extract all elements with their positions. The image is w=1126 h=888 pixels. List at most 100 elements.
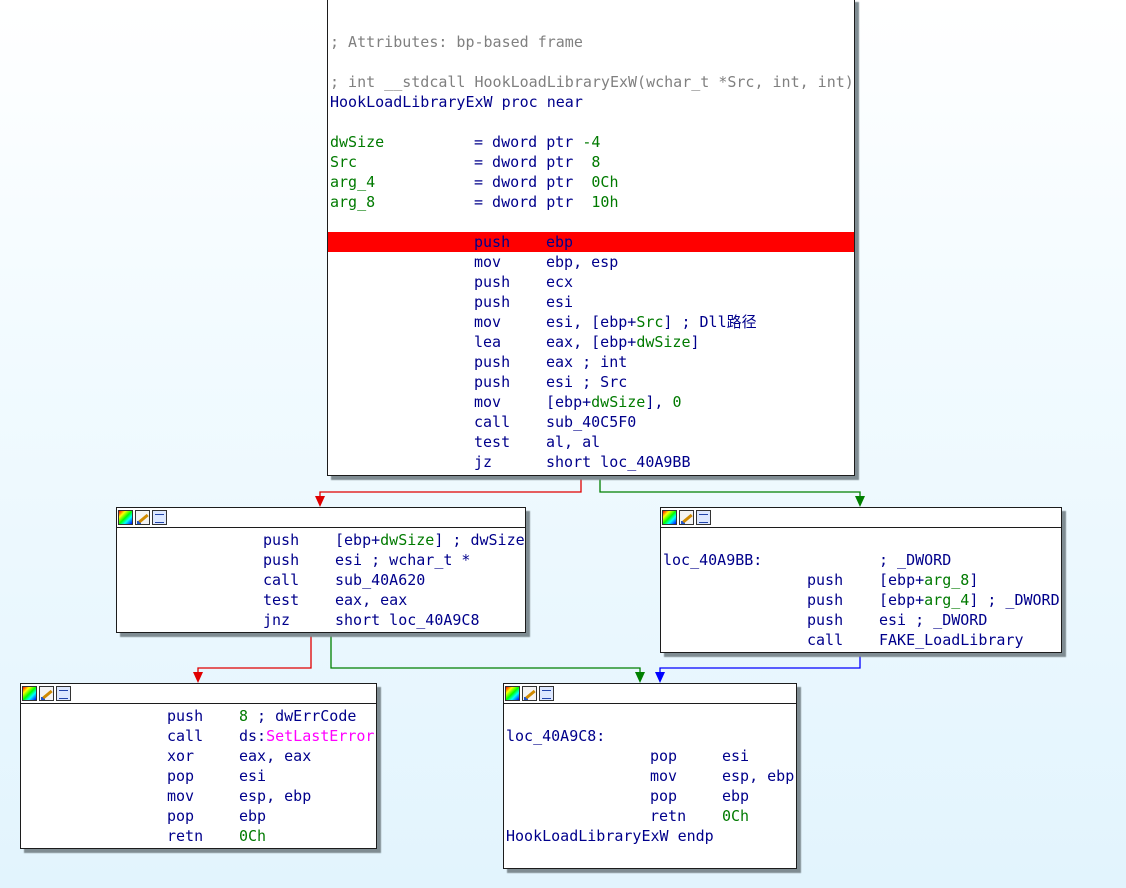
instruction-line[interactable]: push [ebp+arg_4] ; _DWORD <box>661 590 1061 610</box>
stack-var-line[interactable]: arg_8 = dword ptr 10h <box>328 192 854 212</box>
operand-tail: ] <box>690 333 700 351</box>
operand: 8 ; dwErrCode <box>239 706 356 726</box>
graph-view-icon[interactable] <box>152 510 167 525</box>
stack-var-line[interactable]: dwSize = dword ptr -4 <box>328 132 854 152</box>
stack-var-line[interactable]: arg_4 = dword ptr 0Ch <box>328 172 854 192</box>
loc-label[interactable]: loc_40A9C8: <box>506 726 605 746</box>
operand: short loc_40A9BB <box>546 452 691 472</box>
loc-label[interactable]: loc_40A9BB: ; _DWORD <box>661 550 1061 570</box>
mnemonic: mov <box>167 787 195 805</box>
operand: FAKE_LoadLibrary <box>879 630 1024 650</box>
instruction-line[interactable]: push [ebp+arg_8] <box>661 570 1061 590</box>
instruction-line[interactable]: test eax, eax <box>117 590 525 610</box>
proc-end-label[interactable]: HookLoadLibraryExW endp <box>506 826 714 846</box>
operand-text: esi, [ebp+ <box>546 313 637 331</box>
operand: ecx <box>546 272 573 292</box>
instruction-line[interactable]: pop esi <box>504 746 796 766</box>
var-name: arg_4 <box>330 173 376 191</box>
instruction-line[interactable]: pop ebp <box>21 806 376 826</box>
graph-view-icon[interactable] <box>539 686 554 701</box>
instruction-line[interactable]: test al, al <box>328 432 854 452</box>
instruction-line[interactable]: push esi ; Src <box>328 372 854 392</box>
instruction-line[interactable]: call FAKE_LoadLibrary <box>661 630 1061 650</box>
operand-text: ebp <box>239 807 267 825</box>
comment-text: ; int __stdcall HookLoadLibraryExW(wchar… <box>330 73 854 91</box>
rename-pencil-icon[interactable] <box>135 510 150 525</box>
operand-text: [ebp+ <box>335 531 381 549</box>
operand-tail: ] <box>969 571 979 589</box>
operand-text: esi <box>239 767 267 785</box>
instruction-line[interactable]: push ebp <box>328 232 854 252</box>
color-palette-icon[interactable] <box>505 686 520 701</box>
operand-text: eax ; int <box>546 353 628 371</box>
operand-text: ebp <box>546 233 574 251</box>
operand: esi <box>239 766 266 786</box>
instruction-line[interactable]: mov ebp, esp <box>328 252 854 272</box>
instruction-line[interactable]: push esi <box>328 292 854 312</box>
rename-pencil-icon[interactable] <box>679 510 694 525</box>
operand-number: 0Ch <box>239 827 267 845</box>
edge-fake-to-exit-arrow <box>655 672 665 683</box>
proc-label[interactable]: HookLoadLibraryExW proc near <box>330 92 583 112</box>
instruction-line[interactable]: push ecx <box>328 272 854 292</box>
instruction-line[interactable]: call sub_40C5F0 <box>328 412 854 432</box>
mnemonic: push <box>167 707 204 725</box>
instruction-line[interactable]: push esi ; _DWORD <box>661 610 1061 630</box>
var-type: = dword ptr <box>474 133 583 151</box>
operand-text: esp, ebp <box>239 787 312 805</box>
graph-view-icon[interactable] <box>696 510 711 525</box>
instruction-line[interactable]: mov esi, [ebp+Src] ; Dll路径 <box>328 312 854 332</box>
rename-pencil-icon[interactable] <box>522 686 537 701</box>
entry-block[interactable]: ; Attributes: bp-based frame ; int __stdc… <box>327 0 855 476</box>
instruction-line[interactable]: pop ebp <box>504 786 796 806</box>
operand: esi, [ebp+Src] ; Dll路径 <box>546 312 757 332</box>
var-definition: = dword ptr -4 <box>474 132 600 152</box>
mnemonic: retn <box>650 807 687 825</box>
operand: esp, ebp <box>722 766 794 786</box>
error-block[interactable]: push 8 ; dwErrCode call ds:SetLastError xor e… <box>20 683 377 849</box>
header-line[interactable]: ; Attributes: bp-based frame <box>330 32 583 52</box>
instruction-line[interactable]: retn 0Ch <box>21 826 376 846</box>
color-palette-icon[interactable] <box>118 510 133 525</box>
instruction-line[interactable]: push esi ; wchar_t * <box>117 550 525 570</box>
instruction-line[interactable]: mov esp, ebp <box>21 786 376 806</box>
instruction-line[interactable]: jnz short loc_40A9C8 <box>117 610 525 630</box>
instruction-line[interactable]: mov esp, ebp <box>504 766 796 786</box>
operand: esp, ebp <box>239 786 311 806</box>
var-name: arg_8 <box>330 193 376 211</box>
import-name: SetLastError <box>266 727 375 745</box>
mnemonic: push <box>474 233 511 251</box>
instruction-line[interactable]: call ds:SetLastError <box>21 726 376 746</box>
check-block[interactable]: push [ebp+dwSize] ; dwSize push esi ; wchar… <box>116 507 526 633</box>
instruction-line[interactable]: mov [ebp+dwSize], 0 <box>328 392 854 412</box>
instruction-line[interactable]: push [ebp+dwSize] ; dwSize <box>117 530 525 550</box>
fake-loadlibrary-block[interactable]: loc_40A9BB:; _DWORD push [ebp+arg_8] push [e… <box>660 507 1062 653</box>
stack-var-line[interactable]: Src = dword ptr 8 <box>328 152 854 172</box>
mnemonic: lea <box>474 333 502 351</box>
graph-view-icon[interactable] <box>56 686 71 701</box>
mnemonic: mov <box>474 253 502 271</box>
operand: esi <box>546 292 573 312</box>
instruction-line[interactable]: push 8 ; dwErrCode <box>21 706 376 726</box>
instruction-line[interactable]: pop esi <box>21 766 376 786</box>
operand: ebp, esp <box>546 252 618 272</box>
stack-variable: Src <box>636 313 664 331</box>
header-line[interactable]: ; int __stdcall HookLoadLibraryExW(wchar… <box>330 72 854 92</box>
rename-pencil-icon[interactable] <box>39 686 54 701</box>
instruction-line[interactable]: jz short loc_40A9BB <box>328 452 854 472</box>
instruction-line[interactable]: retn 0Ch <box>504 806 796 826</box>
exit-block[interactable]: loc_40A9C8: pop esi mov esp, ebp pop ebp retn 0C… <box>503 683 797 869</box>
color-palette-icon[interactable] <box>662 510 677 525</box>
mnemonic: pop <box>650 787 678 805</box>
operand: ebp <box>546 232 573 252</box>
mnemonic: push <box>474 373 511 391</box>
mnemonic: pop <box>650 747 678 765</box>
operand-tail: ] ; Dll路径 <box>663 313 757 331</box>
block-toolbar <box>504 684 796 704</box>
instruction-line[interactable]: push eax ; int <box>328 352 854 372</box>
instruction-line[interactable]: xor eax, eax <box>21 746 376 766</box>
color-palette-icon[interactable] <box>22 686 37 701</box>
instruction-line[interactable]: call sub_40A620 <box>117 570 525 590</box>
instruction-line[interactable]: lea eax, [ebp+dwSize] <box>328 332 854 352</box>
var-name: dwSize <box>330 133 385 151</box>
